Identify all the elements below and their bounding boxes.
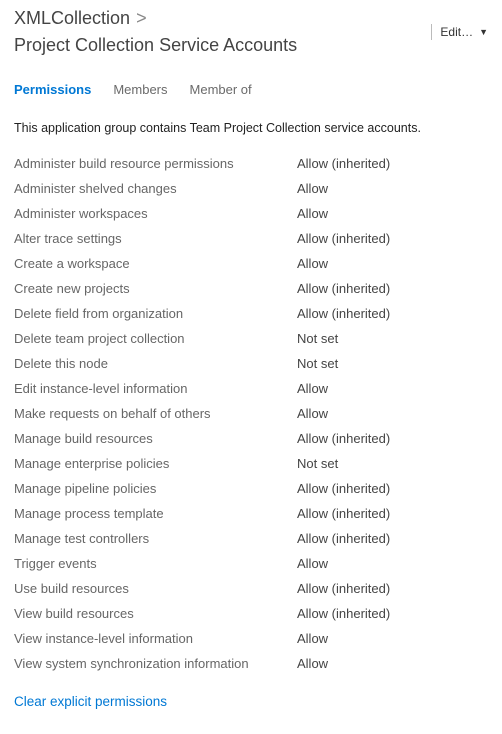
permission-value[interactable]: Allow (inherited) — [297, 306, 390, 321]
permission-row[interactable]: Trigger eventsAllow — [14, 551, 488, 576]
permission-value[interactable]: Allow — [297, 406, 328, 421]
permission-name: Administer shelved changes — [14, 181, 297, 196]
permission-name: Alter trace settings — [14, 231, 297, 246]
permission-row[interactable]: Manage enterprise policiesNot set — [14, 451, 488, 476]
permission-value[interactable]: Allow — [297, 181, 328, 196]
edit-label: Edit… — [440, 25, 473, 39]
permission-row[interactable]: View system synchronization informationA… — [14, 651, 488, 676]
permission-name: Delete team project collection — [14, 331, 297, 346]
permission-name: View instance-level information — [14, 631, 297, 646]
breadcrumb-root[interactable]: XMLCollection — [14, 8, 130, 29]
group-description: This application group contains Team Pro… — [14, 121, 488, 135]
permission-row[interactable]: View instance-level informationAllow — [14, 626, 488, 651]
permission-row[interactable]: Administer build resource permissionsAll… — [14, 151, 488, 176]
permission-row[interactable]: Make requests on behalf of othersAllow — [14, 401, 488, 426]
permission-value[interactable]: Allow — [297, 256, 328, 271]
permission-value[interactable]: Allow — [297, 556, 328, 571]
permissions-list: Administer build resource permissionsAll… — [14, 151, 488, 676]
breadcrumb: XMLCollection > Project Collection Servi… — [14, 8, 431, 56]
permission-value[interactable]: Allow — [297, 631, 328, 646]
permission-value[interactable]: Not set — [297, 456, 338, 471]
permission-name: Create new projects — [14, 281, 297, 296]
permission-name: Manage test controllers — [14, 531, 297, 546]
permission-value[interactable]: Allow (inherited) — [297, 581, 390, 596]
permission-value[interactable]: Not set — [297, 331, 338, 346]
permission-name: Administer workspaces — [14, 206, 297, 221]
permission-name: Delete this node — [14, 356, 297, 371]
permission-name: Use build resources — [14, 581, 297, 596]
tabs: Permissions Members Member of — [14, 82, 488, 99]
permission-name: Administer build resource permissions — [14, 156, 297, 171]
permission-row[interactable]: Manage process templateAllow (inherited) — [14, 501, 488, 526]
permission-value[interactable]: Allow — [297, 206, 328, 221]
clear-explicit-permissions-link[interactable]: Clear explicit permissions — [14, 694, 488, 709]
permission-name: Create a workspace — [14, 256, 297, 271]
permission-name: Edit instance-level information — [14, 381, 297, 396]
divider — [431, 24, 432, 40]
tab-permissions[interactable]: Permissions — [14, 82, 91, 99]
permission-row[interactable]: View build resourcesAllow (inherited) — [14, 601, 488, 626]
permission-row[interactable]: Manage build resourcesAllow (inherited) — [14, 426, 488, 451]
permission-name: Manage process template — [14, 506, 297, 521]
permission-row[interactable]: Alter trace settingsAllow (inherited) — [14, 226, 488, 251]
permission-row[interactable]: Use build resourcesAllow (inherited) — [14, 576, 488, 601]
permission-value[interactable]: Allow (inherited) — [297, 606, 390, 621]
permission-name: View system synchronization information — [14, 656, 297, 671]
breadcrumb-current: Project Collection Service Accounts — [14, 35, 297, 56]
breadcrumb-separator: > — [136, 8, 147, 29]
permission-value[interactable]: Allow (inherited) — [297, 481, 390, 496]
permission-row[interactable]: Delete this nodeNot set — [14, 351, 488, 376]
tab-member-of[interactable]: Member of — [190, 82, 252, 99]
permission-value[interactable]: Allow — [297, 381, 328, 396]
permission-value[interactable]: Allow (inherited) — [297, 281, 390, 296]
permission-value[interactable]: Allow (inherited) — [297, 156, 390, 171]
permission-name: Manage pipeline policies — [14, 481, 297, 496]
permission-name: Manage enterprise policies — [14, 456, 297, 471]
permission-name: Manage build resources — [14, 431, 297, 446]
permission-value[interactable]: Allow — [297, 656, 328, 671]
permission-name: Make requests on behalf of others — [14, 406, 297, 421]
edit-menu[interactable]: Edit… ▼ — [431, 24, 488, 40]
permission-row[interactable]: Delete team project collectionNot set — [14, 326, 488, 351]
permission-row[interactable]: Administer shelved changesAllow — [14, 176, 488, 201]
permission-row[interactable]: Delete field from organizationAllow (inh… — [14, 301, 488, 326]
permission-value[interactable]: Allow (inherited) — [297, 531, 390, 546]
permission-row[interactable]: Edit instance-level informationAllow — [14, 376, 488, 401]
tab-members[interactable]: Members — [113, 82, 167, 99]
permission-value[interactable]: Allow (inherited) — [297, 431, 390, 446]
permission-name: Delete field from organization — [14, 306, 297, 321]
permission-row[interactable]: Manage test controllersAllow (inherited) — [14, 526, 488, 551]
permission-value[interactable]: Not set — [297, 356, 338, 371]
permission-value[interactable]: Allow (inherited) — [297, 231, 390, 246]
chevron-down-icon: ▼ — [479, 27, 488, 37]
permission-value[interactable]: Allow (inherited) — [297, 506, 390, 521]
permission-row[interactable]: Manage pipeline policiesAllow (inherited… — [14, 476, 488, 501]
permission-name: Trigger events — [14, 556, 297, 571]
permission-name: View build resources — [14, 606, 297, 621]
permission-row[interactable]: Administer workspacesAllow — [14, 201, 488, 226]
permission-row[interactable]: Create a workspaceAllow — [14, 251, 488, 276]
permission-row[interactable]: Create new projectsAllow (inherited) — [14, 276, 488, 301]
